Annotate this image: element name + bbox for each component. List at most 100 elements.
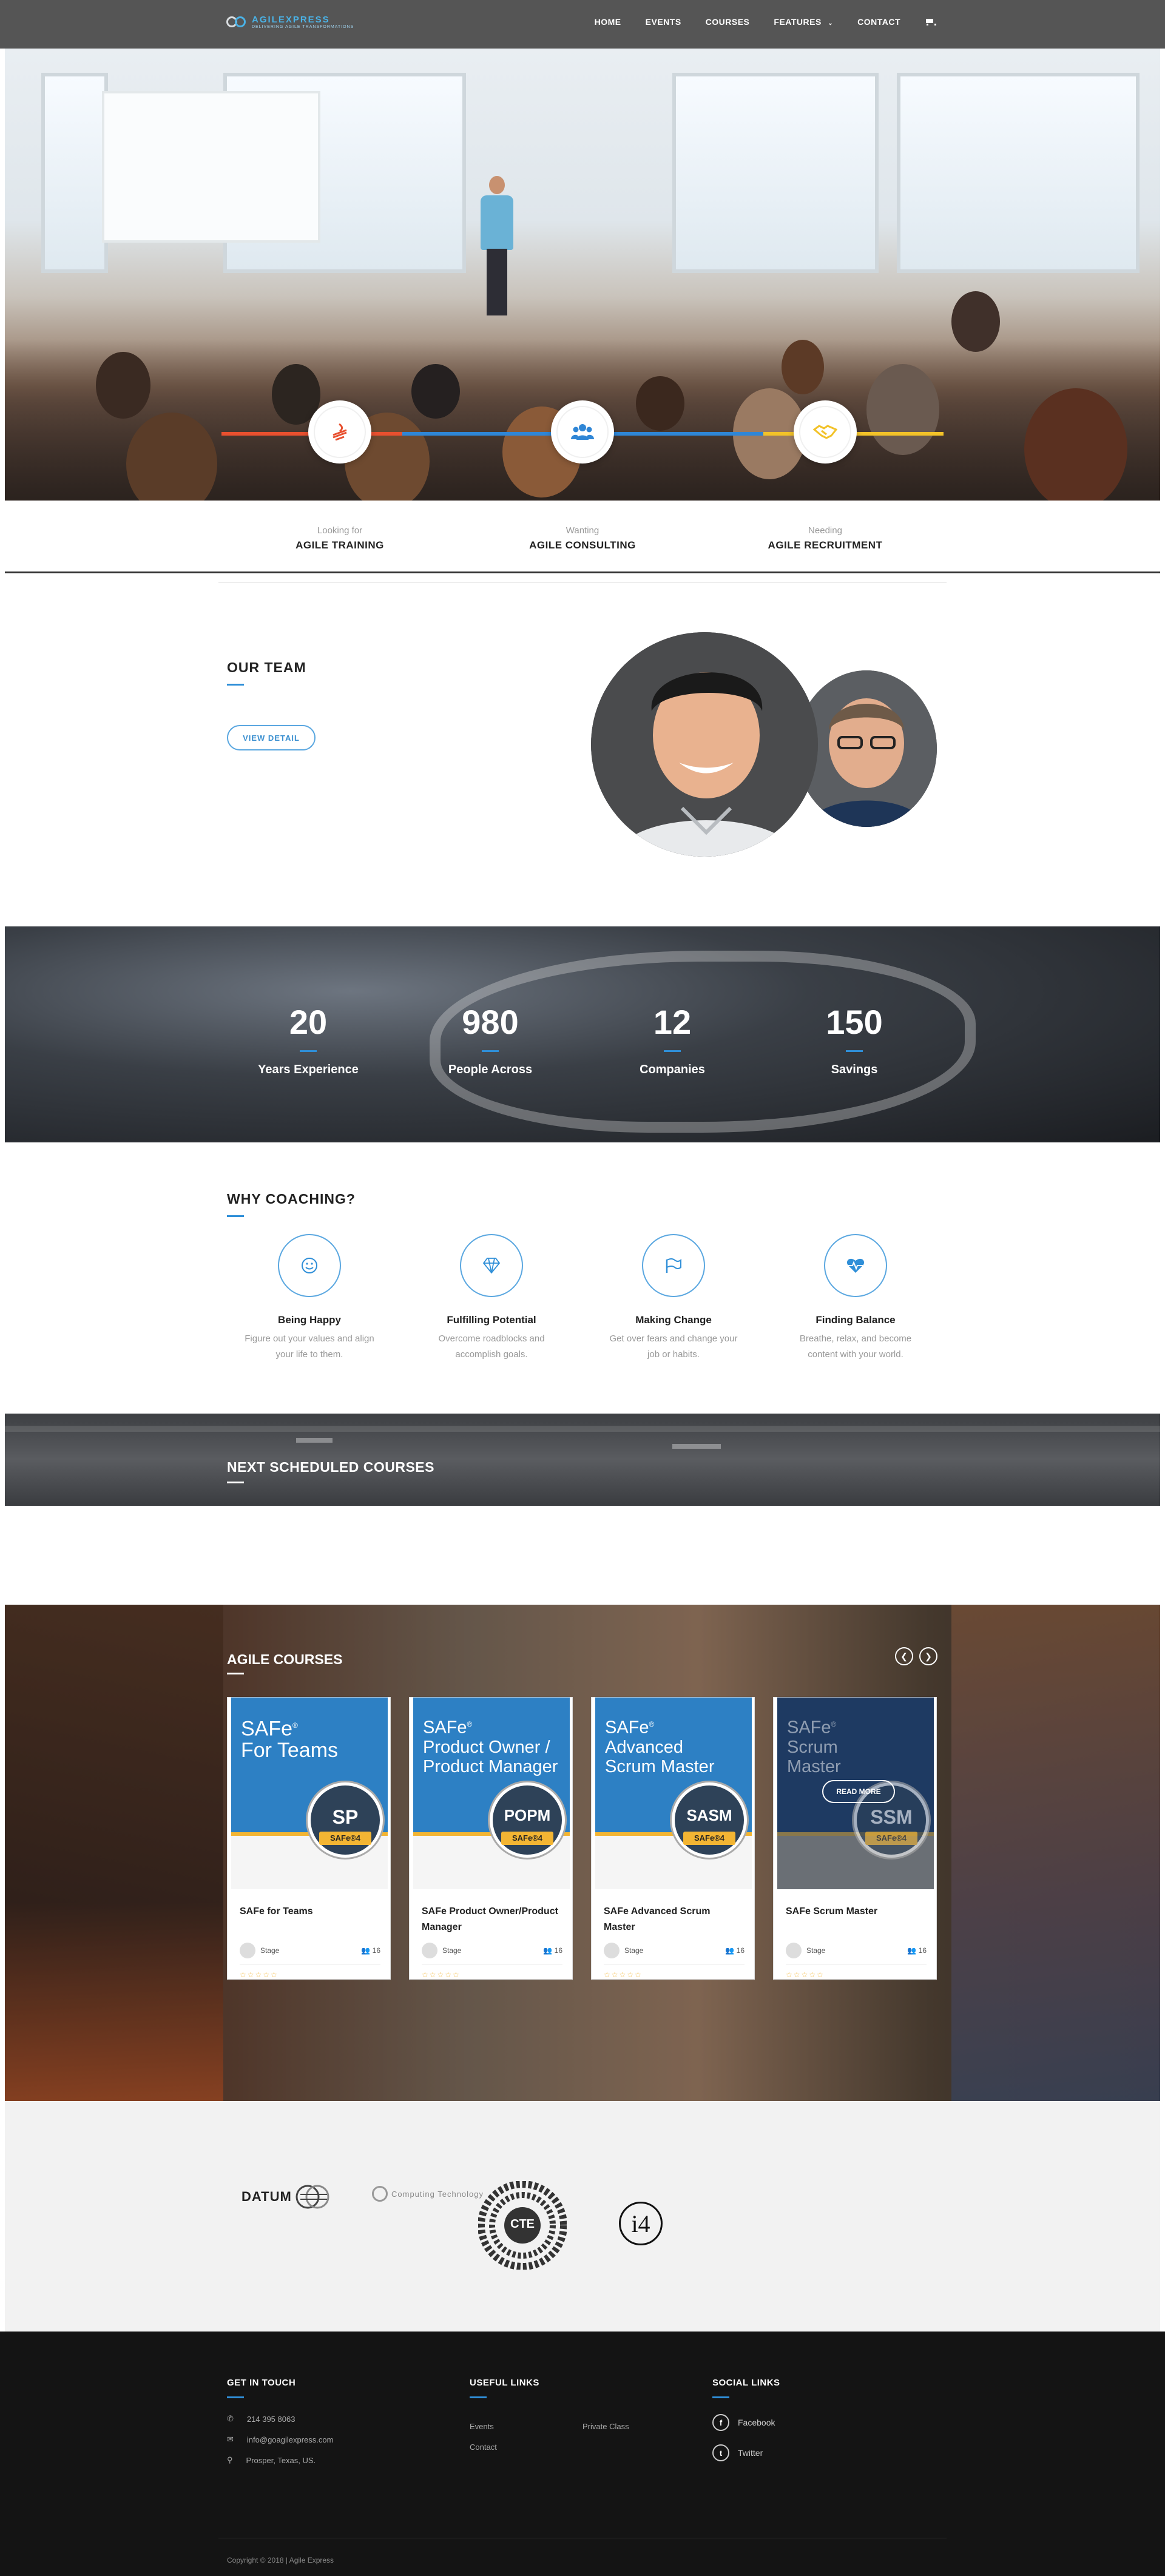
partner-logo-cte[interactable]: CTE [478, 2180, 567, 2270]
coaching-item: Making Change Get over fears and change … [601, 1234, 746, 1363]
partner-name: Computing Technology [391, 2189, 484, 2199]
brand-tagline: DELIVERING AGILE TRANSFORMATIONS [252, 25, 354, 29]
carousel-prev-button[interactable]: ❮ [895, 1647, 913, 1665]
users-icon: 👥 [907, 1946, 917, 1955]
twitter-icon: t [712, 2444, 729, 2461]
title-underline [227, 1482, 244, 1483]
nav-home[interactable]: HOME [595, 17, 621, 27]
feature-recruitment-small: Needing [808, 525, 842, 536]
feature-training-small: Looking for [317, 525, 363, 536]
nav-features[interactable]: FEATURES ⌄ [774, 17, 833, 27]
stat-label: Savings [831, 1063, 878, 1076]
chevron-left-icon: ❮ [900, 1651, 908, 1661]
course-card[interactable]: SAFe® Scrum Master SSM SAFe®4 READ MORE SAF… [773, 1697, 937, 1980]
course-card[interactable]: SAFe® Product Owner / Product Manager POPM… [409, 1697, 573, 1980]
course-cover-line: Scrum [787, 1737, 838, 1757]
coaching-item-text: job or habits. [647, 1349, 700, 1360]
course-cover-line: SAFe [605, 1718, 649, 1738]
handshake-icon [813, 425, 837, 439]
envelope-icon: ✉ [227, 2435, 234, 2444]
stats-section: 20 Years Experience 980 People Across 12… [5, 926, 1160, 1142]
course-title[interactable]: SAFe Product Owner/Product Manager [422, 1904, 561, 1935]
stat-label: Years Experience [258, 1063, 359, 1076]
agile-training-circle[interactable] [308, 400, 371, 464]
agile-courses-title: AGILE COURSES [227, 1651, 343, 1667]
view-detail-button[interactable]: VIEW DETAIL [227, 725, 316, 750]
course-thumbnail: SAFe® For Teams SP SAFe®4 [231, 1698, 388, 1889]
rating-stars-icon: ☆☆☆☆☆ [604, 1971, 643, 1979]
stat-label: People Across [448, 1063, 533, 1076]
contact-phone[interactable]: 214 395 8063 [247, 2415, 295, 2424]
course-cover-line: For Teams [241, 1739, 338, 1762]
site-header: AGILEXPRESS DELIVERING AGILE TRANSFORMAT… [0, 0, 1165, 49]
coaching-item: Fulfilling Potential Overcome roadblocks… [419, 1234, 564, 1363]
stat-value: 150 [826, 1003, 883, 1041]
coaching-title: WHY COACHING? [227, 1191, 356, 1207]
agile-courses-section: AGILE COURSES ❮ ❯ SAFe® For Teams SP SAFe®… [5, 1605, 1160, 2101]
smile-icon [302, 1258, 317, 1273]
agile-consulting-circle[interactable] [551, 400, 614, 464]
heartbeat-icon [846, 1258, 865, 1273]
course-card[interactable]: SAFe® For Teams SP SAFe®4 SAFe for Teams S… [227, 1697, 391, 1980]
phone-icon: ✆ [227, 2414, 234, 2423]
avatar [786, 1943, 802, 1958]
stat-label: Companies [640, 1063, 705, 1076]
course-title[interactable]: SAFe Scrum Master [786, 1904, 925, 1920]
course-thumbnail: SAFe® Scrum Master SSM SAFe®4 READ MORE [777, 1698, 934, 1889]
partner-name: i4 [631, 2210, 650, 2237]
stat-companies: 12 Companies [599, 1002, 745, 1077]
coaching-item-title: Fulfilling Potential [447, 1314, 536, 1326]
avatar [604, 1943, 620, 1958]
nav-courses[interactable]: COURSES [706, 17, 750, 27]
read-more-button[interactable]: READ MORE [822, 1780, 895, 1803]
course-card[interactable]: SAFe® Advanced Scrum Master SASM SAFe®4 SAF… [591, 1697, 755, 1980]
stat-years: 20 Years Experience [235, 1002, 381, 1077]
logo[interactable]: AGILEXPRESS DELIVERING AGILE TRANSFORMAT… [226, 15, 354, 29]
flag-icon [666, 1258, 681, 1273]
agile-recruitment-circle[interactable] [794, 400, 857, 464]
stat-people: 980 People Across [417, 1002, 563, 1077]
nav-events[interactable]: EVENTS [646, 17, 681, 27]
social-label: Twitter [738, 2448, 763, 2458]
coaching-item-title: Being Happy [278, 1314, 341, 1326]
course-author: Stage [624, 1946, 644, 1955]
carousel-next-button[interactable]: ❯ [919, 1647, 937, 1665]
course-author: Stage [260, 1946, 280, 1955]
course-thumbnail: SAFe® Product Owner / Product Manager POPM… [413, 1698, 570, 1889]
course-cover-line: SAFe [241, 1717, 293, 1741]
facebook-link[interactable]: f Facebook [712, 2414, 780, 2431]
course-cover-line: SAFe [423, 1718, 467, 1738]
twitter-link[interactable]: t Twitter [712, 2444, 780, 2461]
presenter-figure [478, 176, 515, 315]
course-title[interactable]: SAFe for Teams [240, 1904, 379, 1920]
course-thumbnail: SAFe® Advanced Scrum Master SASM SAFe®4 [595, 1698, 752, 1889]
projector-screen [102, 91, 320, 243]
footer-link-events[interactable]: Events [470, 2422, 494, 2431]
cart-icon[interactable] [925, 18, 936, 26]
feature-recruitment: Needing AGILE RECRUITMENT [734, 525, 916, 551]
partner-logo-computing-technology[interactable]: Computing Technology [372, 2186, 484, 2202]
coaching-item-title: Finding Balance [816, 1314, 896, 1326]
team-member-avatar-1[interactable] [591, 632, 818, 857]
coaching-item-text: accomplish goals. [455, 1349, 528, 1360]
partner-logo-datum[interactable]: DATUM [241, 2183, 331, 2210]
coaching-item: Finding Balance Breathe, relax, and beco… [783, 1234, 928, 1363]
partner-logo-i4[interactable]: i4 [619, 2202, 663, 2245]
course-cover-line: Master [787, 1756, 841, 1776]
badge-code: POPM [504, 1806, 551, 1824]
contact-email[interactable]: info@goagilexpress.com [247, 2435, 334, 2444]
nav-contact[interactable]: CONTACT [857, 17, 900, 27]
footer-link-contact[interactable]: Contact [470, 2443, 497, 2452]
footer-contact: GET IN TOUCH ✆ 214 395 8063 ✉ info@goagile… [227, 2378, 333, 2465]
course-title[interactable]: SAFe Advanced Scrum Master [604, 1904, 743, 1935]
feature-consulting: Wanting AGILE CONSULTING [491, 525, 674, 551]
badge-version: SAFe®4 [865, 1832, 917, 1845]
stat-value: 20 [289, 1003, 328, 1041]
feature-consulting-small: Wanting [566, 525, 599, 536]
feature-recruitment-title: AGILE RECRUITMENT [768, 539, 883, 551]
copyright: Copyright © 2018 | Agile Express [227, 2556, 334, 2564]
footer-link-private-class[interactable]: Private Class [582, 2422, 629, 2431]
course-students: 16 [736, 1946, 745, 1955]
badge-code: SP [332, 1806, 359, 1828]
course-cover-line: Product Manager [423, 1756, 558, 1776]
